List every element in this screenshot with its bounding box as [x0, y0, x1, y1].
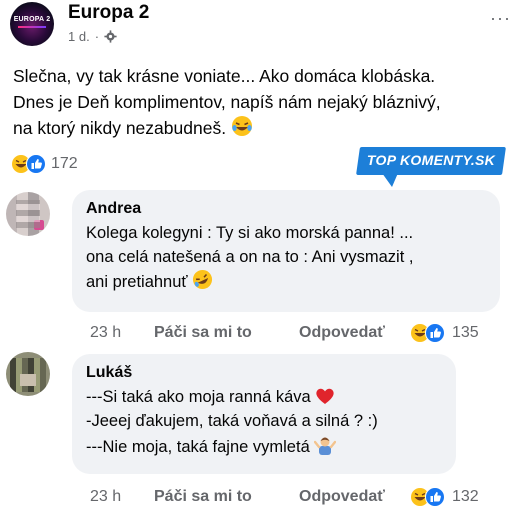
- more-options-icon[interactable]: ···: [490, 8, 511, 29]
- like-button[interactable]: Páči sa mi to: [154, 488, 252, 506]
- like-reaction-icon: [425, 323, 445, 343]
- reply-button[interactable]: Odpovedať: [299, 324, 385, 342]
- comment-bubble: Lukáš ---Si taká ako moja ranná káva -Je…: [72, 354, 456, 474]
- comment-line: Kolega kolegyni : Ty si ako morská panna…: [86, 224, 414, 242]
- laughing-tears-emoji-icon: [231, 116, 252, 136]
- page-avatar[interactable]: EUROPA 2: [10, 2, 54, 46]
- badge-tail: [382, 173, 398, 187]
- like-button[interactable]: Páči sa mi to: [154, 324, 252, 342]
- rolling-laughing-emoji-icon: [193, 269, 213, 290]
- reaction-icons: [11, 154, 49, 174]
- post-meta: 1 d. ·: [68, 29, 117, 44]
- avatar[interactable]: [6, 192, 50, 236]
- comment-line: ---Nie moja, taká fajne vymletá: [86, 433, 442, 460]
- comment-reaction-count: 132: [452, 488, 479, 505]
- red-heart-emoji-icon: [316, 388, 334, 404]
- avatar[interactable]: [6, 352, 50, 396]
- top-komenty-badge: TOP KOMENTY.SK: [356, 147, 506, 187]
- post-text-line: na ktorý nikdy nezabudneš.: [13, 115, 513, 142]
- post-time[interactable]: 1 d.: [68, 29, 90, 44]
- gear-icon: [104, 30, 117, 43]
- page-logo: EUROPA 2: [13, 16, 51, 23]
- post-header: EUROPA 2 Europa 2 1 d. · ···: [10, 2, 515, 46]
- like-reaction-icon: [425, 487, 445, 507]
- page-name[interactable]: Europa 2: [68, 2, 149, 24]
- comment-line: ani pretiahnuť: [86, 269, 486, 295]
- logo-bar: [18, 26, 46, 28]
- post-reactions[interactable]: 172: [11, 153, 78, 175]
- comment-reaction-count: 135: [452, 324, 479, 341]
- comment-time[interactable]: 23 h: [90, 324, 121, 342]
- badge-text: TOP KOMENTY.SK: [366, 152, 496, 168]
- comment-author[interactable]: Andrea: [86, 200, 486, 218]
- comment-bubble: Andrea Kolega kolegyni : Ty si ako morsk…: [72, 190, 500, 312]
- comment-actions: 23 h Páči sa mi to Odpovedať 132: [90, 487, 510, 510]
- comment-author[interactable]: Lukáš: [86, 364, 442, 382]
- comment-line: -Jeeej ďakujem, taká voňavá a silná ? :): [86, 411, 378, 430]
- comment-line: ---Si taká ako moja ranná káva: [86, 386, 442, 410]
- comment-time[interactable]: 23 h: [90, 488, 121, 506]
- reaction-count: 172: [51, 155, 78, 172]
- comment-reactions[interactable]: 135: [410, 323, 510, 346]
- comment-line: ona celá natešená a on na to : Ani vysma…: [86, 247, 414, 266]
- like-reaction-icon: [26, 154, 46, 174]
- comment-reactions[interactable]: 132: [410, 487, 510, 510]
- post-text-line: Dnes je Deň komplimentov, napíš nám neja…: [13, 91, 441, 112]
- meta-separator: ·: [94, 29, 100, 44]
- comment-actions: 23 h Páči sa mi to Odpovedať 135: [90, 323, 510, 346]
- post-text-line: Slečna, vy tak krásne voniate... Ako dom…: [13, 66, 436, 86]
- shrugging-person-emoji-icon: [314, 437, 337, 455]
- post-text: Slečna, vy tak krásne voniate... Ako dom…: [13, 64, 513, 142]
- reply-button[interactable]: Odpovedať: [299, 488, 385, 506]
